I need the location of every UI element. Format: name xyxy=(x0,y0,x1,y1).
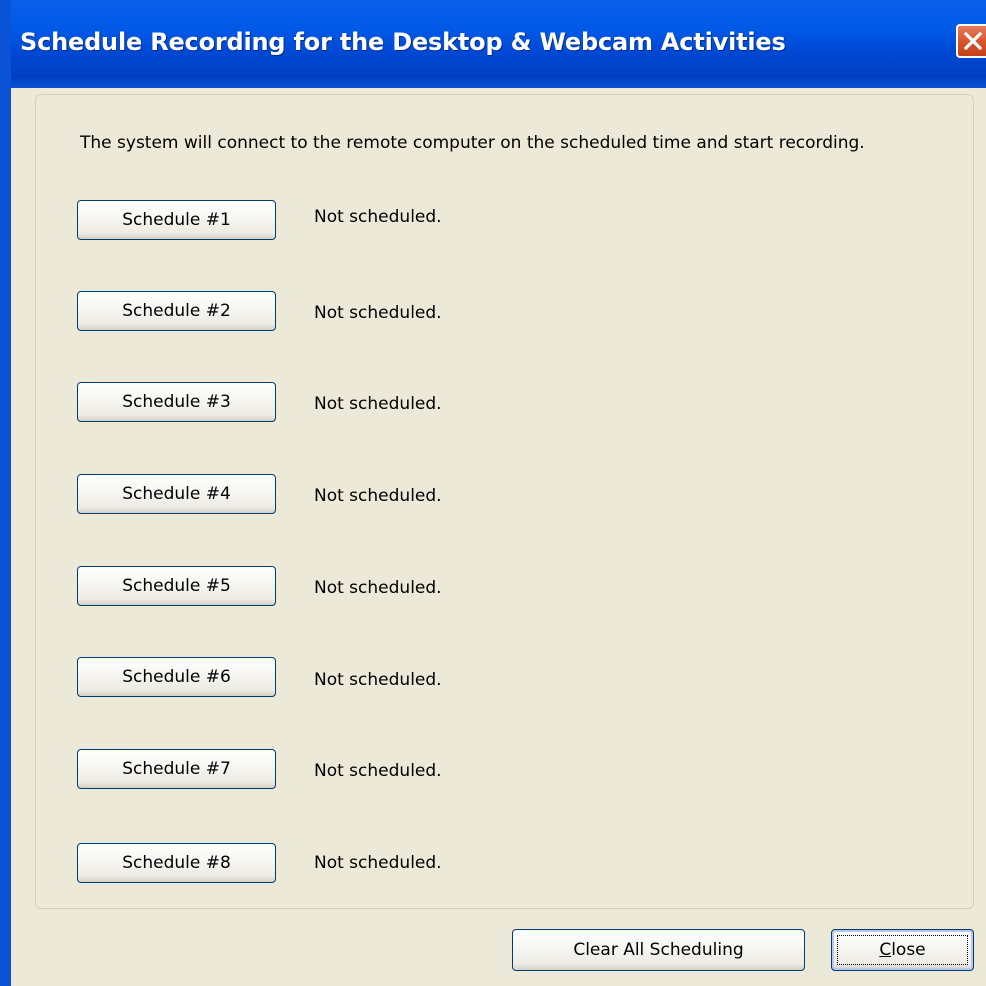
clear-all-scheduling-button[interactable]: Clear All Scheduling xyxy=(512,929,805,971)
schedule-7-button[interactable]: Schedule #7 xyxy=(77,749,276,789)
schedule-3-button[interactable]: Schedule #3 xyxy=(77,382,276,422)
schedule-1-button[interactable]: Schedule #1 xyxy=(77,200,276,240)
schedule-8-button[interactable]: Schedule #8 xyxy=(77,843,276,883)
schedule-8-status: Not scheduled. xyxy=(314,853,442,873)
close-button[interactable]: Close xyxy=(831,929,974,971)
close-button-label: Close xyxy=(879,940,925,960)
schedule-6-button[interactable]: Schedule #6 xyxy=(77,657,276,697)
schedule-6-status: Not scheduled. xyxy=(314,670,442,690)
intro-text: The system will connect to the remote co… xyxy=(80,133,865,153)
window-title: Schedule Recording for the Desktop & Web… xyxy=(20,28,786,56)
schedule-5-status: Not scheduled. xyxy=(314,578,442,598)
dialog-window: Schedule Recording for the Desktop & Web… xyxy=(0,0,986,986)
close-window-icon[interactable] xyxy=(956,24,986,58)
close-label-rest: lose xyxy=(891,940,926,960)
schedule-3-status: Not scheduled. xyxy=(314,394,442,414)
close-mnemonic: C xyxy=(879,940,892,960)
schedule-2-button[interactable]: Schedule #2 xyxy=(77,291,276,331)
schedule-5-button[interactable]: Schedule #5 xyxy=(77,566,276,606)
close-x-icon xyxy=(964,32,982,50)
schedule-7-status: Not scheduled. xyxy=(314,761,442,781)
title-bar[interactable]: Schedule Recording for the Desktop & Web… xyxy=(11,0,986,88)
schedule-4-status: Not scheduled. xyxy=(314,486,442,506)
schedule-1-status: Not scheduled. xyxy=(314,207,442,227)
schedule-2-status: Not scheduled. xyxy=(314,303,442,323)
schedule-4-button[interactable]: Schedule #4 xyxy=(77,474,276,514)
